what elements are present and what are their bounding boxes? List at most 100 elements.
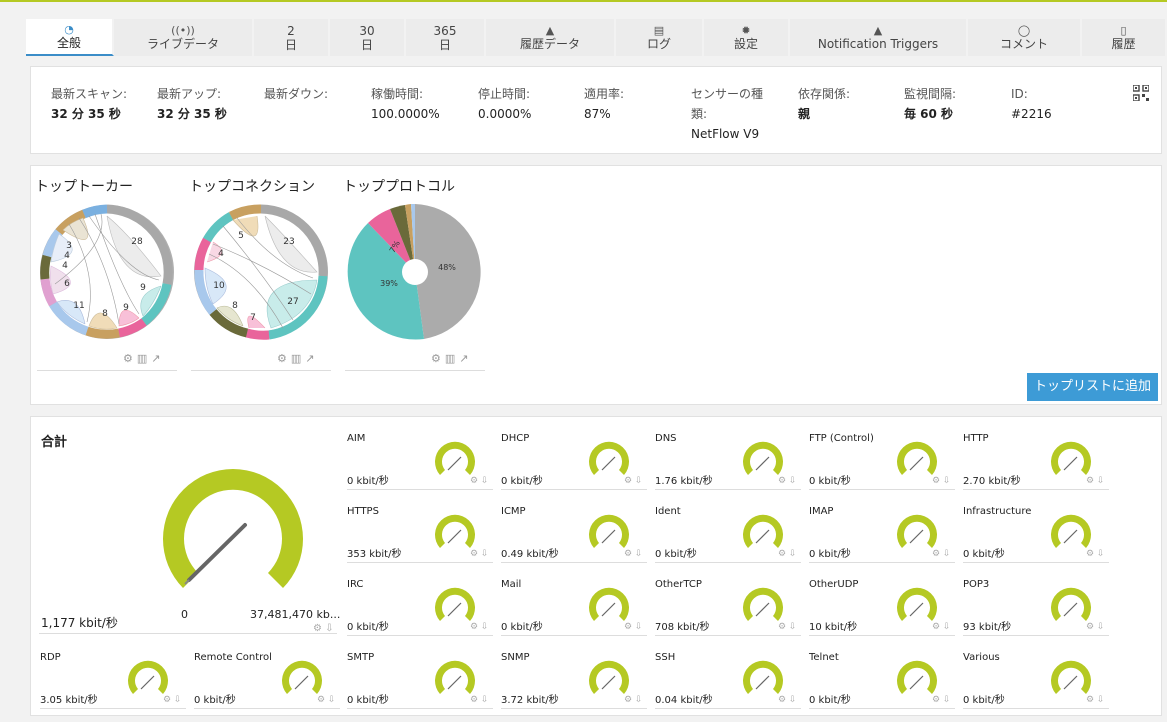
toplist-top-protocols[interactable]: トッププロトコル 48% 39% 7% ⚙▥↗ bbox=[343, 176, 485, 371]
channel-tile[interactable]: FTP (Control) 0 kbit/秒 ⚙ ⇩ bbox=[809, 433, 955, 503]
divider bbox=[655, 635, 801, 636]
channel-tile[interactable]: RDP 3.05 kbit/秒 ⚙ ⇩ bbox=[40, 652, 186, 722]
channel-tile[interactable]: SMTP 0 kbit/秒 ⚙ ⇩ bbox=[347, 652, 493, 722]
channel-tools[interactable]: ⚙ ⇩ bbox=[624, 476, 642, 486]
channel-value: 0 kbit/秒 bbox=[501, 622, 543, 633]
tab-comments[interactable]: ◯ コメント bbox=[968, 19, 1082, 56]
external-link-icon[interactable]: ↗ bbox=[305, 352, 318, 365]
channel-tools[interactable]: ⚙ ⇩ bbox=[624, 622, 642, 632]
channel-tools[interactable]: ⚙ ⇩ bbox=[778, 622, 796, 632]
channel-tile[interactable]: AIM 0 kbit/秒 ⚙ ⇩ bbox=[347, 433, 493, 503]
channel-tile[interactable]: DNS 1.76 kbit/秒 ⚙ ⇩ bbox=[655, 433, 801, 503]
settings-icon[interactable]: ⚙ bbox=[431, 352, 445, 365]
live-data-icon: ((•)) bbox=[171, 24, 195, 37]
channel-value: 0 kbit/秒 bbox=[501, 476, 543, 487]
channel-tools[interactable]: ⚙ ⇩ bbox=[624, 549, 642, 559]
channel-tools[interactable]: ⚙ ⇩ bbox=[470, 476, 488, 486]
chord-label: 11 bbox=[73, 301, 84, 311]
tab-2-days[interactable]: 2 日 bbox=[254, 19, 330, 56]
channel-tools[interactable]: ⚙ ⇩ bbox=[470, 549, 488, 559]
gauge-icon bbox=[282, 660, 322, 694]
channel-tile[interactable]: HTTP 2.70 kbit/秒 ⚙ ⇩ bbox=[963, 433, 1109, 503]
tab-live-data[interactable]: ((•)) ライブデータ bbox=[114, 19, 254, 56]
channel-tile[interactable]: POP3 93 kbit/秒 ⚙ ⇩ bbox=[963, 579, 1109, 649]
tab-history[interactable]: ▯ 履歴 bbox=[1082, 19, 1167, 56]
dependency: 依存関係: 親 bbox=[798, 87, 851, 121]
tab-overview[interactable]: ◔ 全般 bbox=[26, 19, 114, 56]
toplist-tools[interactable]: ⚙▥↗ bbox=[123, 352, 165, 365]
channel-tools[interactable]: ⚙ ⇩ bbox=[932, 476, 950, 486]
channel-tile[interactable]: HTTPS 353 kbit/秒 ⚙ ⇩ bbox=[347, 506, 493, 576]
gauge-icon bbox=[435, 441, 475, 475]
channel-tile[interactable]: OtherTCP 708 kbit/秒 ⚙ ⇩ bbox=[655, 579, 801, 649]
divider bbox=[37, 370, 177, 371]
channel-tools[interactable]: ⚙ ⇩ bbox=[932, 695, 950, 705]
bell-icon: ▲ bbox=[873, 24, 883, 37]
channel-tile[interactable]: Various 0 kbit/秒 ⚙ ⇩ bbox=[963, 652, 1109, 722]
divider bbox=[655, 708, 801, 709]
channel-tile[interactable]: SNMP 3.72 kbit/秒 ⚙ ⇩ bbox=[501, 652, 647, 722]
channel-value: 0 kbit/秒 bbox=[194, 695, 236, 706]
channel-tile[interactable]: DHCP 0 kbit/秒 ⚙ ⇩ bbox=[501, 433, 647, 503]
settings-icon[interactable]: ⚙ bbox=[277, 352, 291, 365]
channel-tile[interactable]: Telnet 0 kbit/秒 ⚙ ⇩ bbox=[809, 652, 955, 722]
channel-tile[interactable]: Ident 0 kbit/秒 ⚙ ⇩ bbox=[655, 506, 801, 576]
dashboard-icon: ◔ bbox=[64, 23, 74, 36]
top-connections-chord-chart[interactable]: 23 27 7 8 10 4 5 bbox=[193, 204, 329, 340]
channel-tile[interactable]: ICMP 0.49 kbit/秒 ⚙ ⇩ bbox=[501, 506, 647, 576]
channel-name: OtherTCP bbox=[655, 579, 702, 590]
chord-label: 5 bbox=[238, 231, 244, 241]
divider bbox=[963, 562, 1109, 563]
toplist-tools[interactable]: ⚙▥↗ bbox=[431, 352, 473, 365]
trash-icon[interactable]: ▥ bbox=[445, 352, 459, 365]
top-protocols-pie-chart[interactable]: 48% 39% 7% bbox=[347, 204, 483, 340]
external-link-icon[interactable]: ↗ bbox=[151, 352, 164, 365]
tab-30-days[interactable]: 30 日 bbox=[330, 19, 406, 56]
channel-tools[interactable]: ⚙ ⇩ bbox=[932, 622, 950, 632]
channel-tools[interactable]: ⚙ ⇩ bbox=[1086, 695, 1104, 705]
trash-icon[interactable]: ▥ bbox=[291, 352, 305, 365]
channel-tile[interactable]: OtherUDP 10 kbit/秒 ⚙ ⇩ bbox=[809, 579, 955, 649]
tab-log[interactable]: ▤ ログ bbox=[616, 19, 704, 56]
divider bbox=[347, 489, 493, 490]
channel-name: DNS bbox=[655, 433, 677, 444]
channel-tools[interactable]: ⚙ ⇩ bbox=[470, 622, 488, 632]
channel-tile[interactable]: Remote Control 0 kbit/秒 ⚙ ⇩ bbox=[194, 652, 340, 722]
tab-notification-triggers[interactable]: ▲ Notification Triggers bbox=[790, 19, 968, 56]
external-link-icon[interactable]: ↗ bbox=[459, 352, 472, 365]
channel-tools[interactable]: ⚙ ⇩ bbox=[932, 549, 950, 559]
toplist-tools[interactable]: ⚙▥↗ bbox=[277, 352, 319, 365]
gauge-icon bbox=[589, 660, 629, 694]
channel-name: DHCP bbox=[501, 433, 530, 444]
channel-tools[interactable]: ⚙ ⇩ bbox=[778, 549, 796, 559]
channel-tools[interactable]: ⚙ ⇩ bbox=[470, 695, 488, 705]
channel-tools[interactable]: ⚙ ⇩ bbox=[1086, 476, 1104, 486]
toplist-top-connections[interactable]: トップコネクション 23 27 7 8 10 4 5 ⚙▥↗ bbox=[189, 176, 331, 371]
channel-tools[interactable]: ⚙ ⇩ bbox=[778, 695, 796, 705]
channel-tools[interactable]: ⚙ ⇩ bbox=[317, 695, 335, 705]
total-gauge[interactable] bbox=[149, 445, 317, 595]
channel-tile[interactable]: Mail 0 kbit/秒 ⚙ ⇩ bbox=[501, 579, 647, 649]
add-toplist-button[interactable]: トップリストに追加 bbox=[1027, 373, 1158, 401]
settings-icon[interactable]: ⚙ bbox=[123, 352, 137, 365]
tab-365-days[interactable]: 365 日 bbox=[406, 19, 486, 56]
chord-label: 9 bbox=[140, 283, 146, 293]
total-value: 1,177 kbit/秒 bbox=[41, 616, 118, 630]
toplist-top-talkers[interactable]: トップトーカー 28 9 9 8 11 6 4 4 3 ⚙▥↗ bbox=[35, 176, 177, 371]
trash-icon[interactable]: ▥ bbox=[137, 352, 151, 365]
tab-settings[interactable]: ✹ 設定 bbox=[704, 19, 790, 56]
channel-tile[interactable]: Infrastructure 0 kbit/秒 ⚙ ⇩ bbox=[963, 506, 1109, 576]
tab-historic-data[interactable]: ▲ 履歴データ bbox=[486, 19, 616, 56]
channel-tile[interactable]: SSH 0.04 kbit/秒 ⚙ ⇩ bbox=[655, 652, 801, 722]
top-talkers-chord-chart[interactable]: 28 9 9 8 11 6 4 4 3 bbox=[39, 204, 175, 340]
channel-name: ICMP bbox=[501, 506, 526, 517]
channel-tools[interactable]: ⚙ ⇩ bbox=[1086, 622, 1104, 632]
channel-tools[interactable]: ⚙ ⇩ bbox=[624, 695, 642, 705]
channel-tile[interactable]: IRC 0 kbit/秒 ⚙ ⇩ bbox=[347, 579, 493, 649]
gauge-icon bbox=[743, 441, 783, 475]
channel-tools[interactable]: ⚙ ⇩ bbox=[778, 476, 796, 486]
qr-code-icon[interactable] bbox=[1133, 85, 1149, 101]
channel-tools[interactable]: ⚙ ⇩ bbox=[1086, 549, 1104, 559]
channel-tools[interactable]: ⚙ ⇩ bbox=[163, 695, 181, 705]
channel-tile[interactable]: IMAP 0 kbit/秒 ⚙ ⇩ bbox=[809, 506, 955, 576]
